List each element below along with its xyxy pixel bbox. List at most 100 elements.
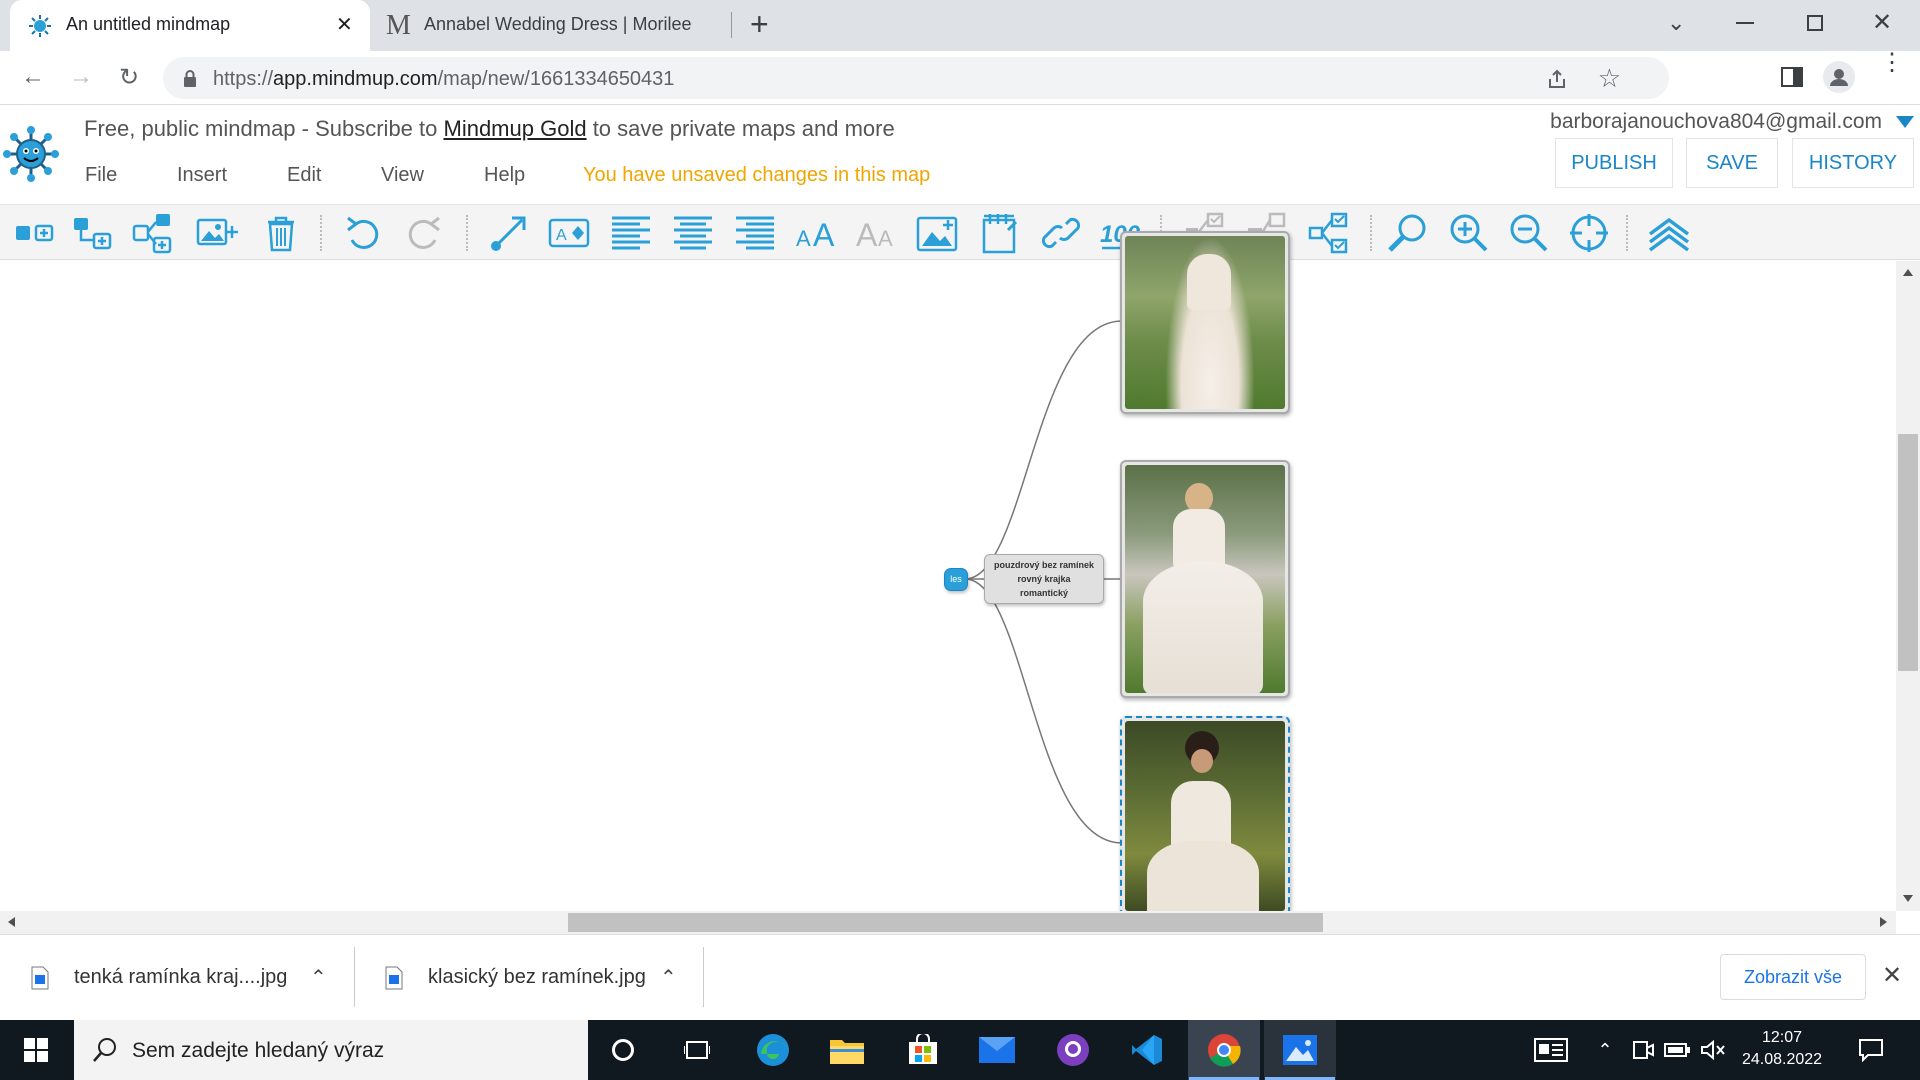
close-downloads-icon[interactable]: ✕ bbox=[1882, 961, 1902, 990]
add-sibling-icon[interactable] bbox=[72, 212, 114, 254]
undo-icon[interactable] bbox=[342, 212, 384, 254]
downloads-bar: tenká ramínka kraj....jpg ⌃ klasický bez… bbox=[0, 934, 1920, 1019]
tab-mindmap[interactable]: An untitled mindmap ✕ bbox=[10, 0, 370, 51]
restore-icon[interactable] bbox=[1807, 15, 1823, 31]
node-label: les bbox=[950, 574, 962, 584]
hidden-icons-chevron-icon[interactable]: ⌃ bbox=[1584, 1030, 1626, 1070]
download-divider bbox=[703, 947, 704, 1007]
center-icon[interactable] bbox=[1568, 212, 1610, 254]
history-button[interactable]: HISTORY bbox=[1792, 138, 1914, 188]
chrome-menu-icon[interactable]: ⋮ bbox=[1880, 51, 1904, 75]
file-explorer-icon[interactable] bbox=[826, 1030, 868, 1070]
image-node-icon[interactable] bbox=[916, 212, 958, 254]
publish-button[interactable]: PUBLISH bbox=[1555, 138, 1673, 188]
menu-file[interactable]: File bbox=[85, 164, 117, 187]
image-file-icon bbox=[385, 966, 403, 989]
mindmap-node-main[interactable]: pouzdrový bez ramínek rovný krajka roman… bbox=[984, 554, 1104, 604]
tab-title: Annabel Wedding Dress | Morilee bbox=[424, 14, 692, 34]
download-item[interactable]: klasický bez ramínek.jpg ⌃ bbox=[384, 935, 684, 1020]
back-icon[interactable]: ← bbox=[18, 62, 48, 92]
scroll-up-icon[interactable] bbox=[1903, 269, 1913, 276]
zoom-out-icon[interactable] bbox=[1508, 212, 1550, 254]
taskbar-search-box[interactable]: Sem zadejte hledaný výraz bbox=[74, 1020, 588, 1080]
volume-muted-icon[interactable] bbox=[1692, 1030, 1734, 1070]
menu-edit[interactable]: Edit bbox=[287, 164, 321, 187]
svg-text:A: A bbox=[813, 217, 835, 253]
mindmap-canvas[interactable]: les pouzdrový bez ramínek rovný krajka r… bbox=[0, 231, 1896, 916]
delete-icon[interactable] bbox=[260, 212, 302, 254]
tab-title: An untitled mindmap bbox=[66, 14, 231, 34]
minimize-icon[interactable] bbox=[1736, 22, 1754, 24]
scroll-down-icon[interactable] bbox=[1903, 895, 1913, 902]
microsoft-store-icon[interactable] bbox=[902, 1030, 944, 1070]
image-node-selected[interactable] bbox=[1120, 716, 1290, 916]
vertical-scrollbar[interactable] bbox=[1896, 261, 1920, 911]
text-larger-icon[interactable]: AA bbox=[796, 212, 838, 254]
chevron-up-icon[interactable]: ⌃ bbox=[310, 965, 327, 990]
profile-avatar[interactable] bbox=[1823, 61, 1855, 93]
windows-start-icon[interactable] bbox=[15, 1030, 57, 1070]
notification-center-icon[interactable] bbox=[1850, 1030, 1892, 1070]
vscode-icon[interactable] bbox=[1126, 1030, 1168, 1070]
tab-morilee[interactable]: M Annabel Wedding Dress | Morilee ✕ bbox=[372, 0, 732, 51]
node-style-icon[interactable]: A bbox=[548, 212, 590, 254]
vertical-scroll-thumb[interactable] bbox=[1898, 434, 1918, 671]
horizontal-scrollbar[interactable] bbox=[0, 911, 1896, 934]
link-icon[interactable] bbox=[1040, 212, 1082, 254]
github-icon[interactable] bbox=[1052, 1030, 1094, 1070]
clock-date: 24.08.2022 bbox=[1741, 1051, 1823, 1068]
menu-help[interactable]: Help bbox=[484, 164, 525, 187]
new-tab-icon[interactable]: + bbox=[750, 6, 769, 43]
text-smaller-icon[interactable]: AA bbox=[856, 212, 898, 254]
mindmup-gold-link[interactable]: Mindmup Gold bbox=[444, 116, 587, 141]
menu-view[interactable]: View bbox=[381, 164, 424, 187]
mail-icon[interactable] bbox=[976, 1030, 1018, 1070]
chrome-icon[interactable] bbox=[1203, 1030, 1245, 1070]
toggle-children-icon[interactable] bbox=[1308, 212, 1350, 254]
align-left-icon[interactable] bbox=[610, 212, 652, 254]
node-label-line: romantický bbox=[1019, 588, 1069, 598]
save-button[interactable]: SAVE bbox=[1686, 138, 1778, 188]
system-clock[interactable]: 12:07 24.08.2022 bbox=[1734, 1027, 1830, 1071]
horizontal-scroll-thumb[interactable] bbox=[568, 913, 1323, 932]
account-email[interactable]: barborajanouchova804@gmail.com bbox=[1550, 110, 1882, 134]
scroll-left-icon[interactable] bbox=[8, 917, 15, 927]
photos-icon[interactable] bbox=[1279, 1030, 1321, 1070]
top-level-icon[interactable] bbox=[1648, 212, 1690, 254]
show-all-downloads-button[interactable]: Zobrazit vše bbox=[1720, 954, 1866, 1000]
account-dropdown-icon[interactable] bbox=[1896, 116, 1914, 128]
node-label-line: rovný krajka bbox=[1017, 574, 1071, 584]
menu-insert[interactable]: Insert bbox=[177, 164, 227, 187]
align-center-icon[interactable] bbox=[672, 212, 714, 254]
add-child-icon[interactable] bbox=[14, 212, 56, 254]
scroll-right-icon[interactable] bbox=[1880, 917, 1887, 927]
image-node[interactable] bbox=[1120, 231, 1290, 414]
url-field[interactable]: https://app.mindmup.com/map/new/16613346… bbox=[163, 57, 1669, 99]
add-parent-icon[interactable] bbox=[132, 212, 174, 254]
tab-search-icon[interactable]: ⌄ bbox=[1667, 10, 1685, 36]
note-icon[interactable] bbox=[980, 212, 1022, 254]
task-view-icon[interactable] bbox=[676, 1030, 718, 1070]
side-panel-icon[interactable] bbox=[1781, 67, 1803, 87]
edge-icon[interactable] bbox=[752, 1030, 794, 1070]
align-right-icon[interactable] bbox=[734, 212, 776, 254]
mindmap-node-les[interactable]: les bbox=[944, 568, 968, 591]
image-node[interactable] bbox=[1120, 460, 1290, 698]
mindmup-logo-icon[interactable] bbox=[3, 126, 59, 182]
forward-icon[interactable]: → bbox=[66, 62, 96, 92]
close-window-icon[interactable]: ✕ bbox=[1872, 8, 1892, 37]
wedding-dress-photo bbox=[1125, 465, 1285, 693]
share-icon[interactable] bbox=[1545, 67, 1569, 91]
bookmark-star-icon[interactable]: ☆ bbox=[1598, 63, 1621, 94]
connect-icon[interactable] bbox=[488, 212, 530, 254]
search-icon[interactable] bbox=[1386, 212, 1428, 254]
news-widget-icon[interactable] bbox=[1530, 1030, 1572, 1070]
download-item[interactable]: tenká ramínka kraj....jpg ⌃ bbox=[30, 935, 340, 1020]
reload-icon[interactable]: ↻ bbox=[114, 62, 144, 92]
cortana-icon[interactable] bbox=[602, 1030, 644, 1070]
close-tab-icon[interactable]: ✕ bbox=[336, 12, 353, 37]
redo-icon[interactable] bbox=[403, 212, 445, 254]
chevron-up-icon[interactable]: ⌃ bbox=[660, 965, 677, 990]
insert-image-icon[interactable] bbox=[196, 212, 238, 254]
zoom-in-icon[interactable] bbox=[1448, 212, 1490, 254]
